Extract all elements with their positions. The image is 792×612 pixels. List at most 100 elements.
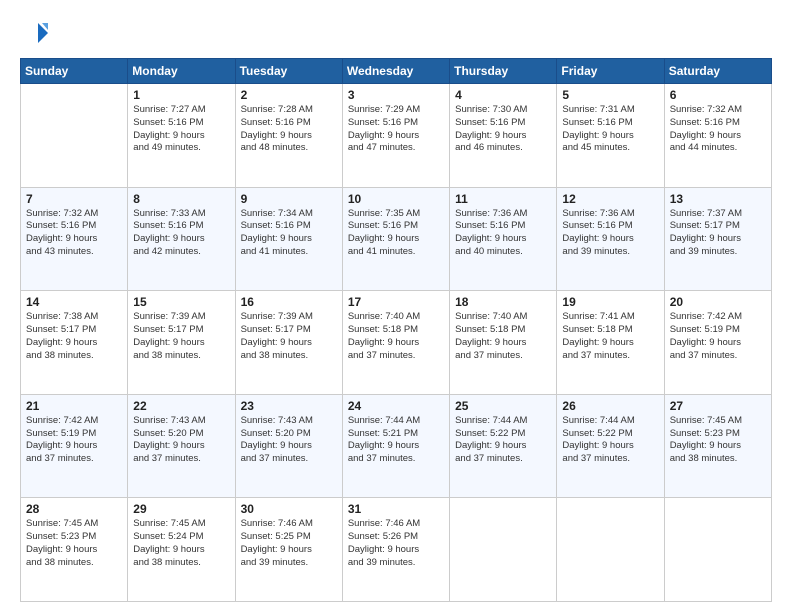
calendar-week-5: 28Sunrise: 7:45 AM Sunset: 5:23 PM Dayli… (21, 498, 772, 602)
day-number: 10 (348, 192, 444, 206)
day-number: 6 (670, 88, 766, 102)
day-number: 27 (670, 399, 766, 413)
calendar-cell: 24 Sunrise: 7:44 AM Sunset: 5:21 PM Dayli… (342, 394, 449, 498)
day-info: Sunrise: 7:41 AM Sunset: 5:18 PM Dayligh… (562, 311, 658, 362)
day-number: 31 (348, 502, 444, 516)
calendar-cell: 11Sunrise: 7:36 AM Sunset: 5:16 PM Dayli… (450, 187, 557, 291)
day-info: Sunrise: 7:46 AM Sunset: 5:26 PM Dayligh… (348, 518, 444, 569)
calendar-cell (21, 84, 128, 188)
day-number: 21 (26, 399, 122, 413)
day-number: 4 (455, 88, 551, 102)
calendar-cell (557, 498, 664, 602)
calendar-cell: 28Sunrise: 7:45 AM Sunset: 5:23 PM Dayli… (21, 498, 128, 602)
day-number: 1 (133, 88, 229, 102)
calendar-cell: 10 Sunrise: 7:35 AM Sunset: 5:16 PM Dayli… (342, 187, 449, 291)
weekday-header-friday: Friday (557, 59, 664, 84)
calendar-cell: 18 Sunrise: 7:40 AM Sunset: 5:18 PM Dayli… (450, 291, 557, 395)
calendar-cell: 12 Sunrise: 7:36 AM Sunset: 5:16 PM Dayli… (557, 187, 664, 291)
weekday-header-wednesday: Wednesday (342, 59, 449, 84)
calendar-cell: 25 Sunrise: 7:44 AM Sunset: 5:22 PM Dayli… (450, 394, 557, 498)
day-info: Sunrise: 7:28 AM Sunset: 5:16 PM Dayligh… (241, 104, 337, 155)
calendar-cell: 30Sunrise: 7:46 AM Sunset: 5:25 PM Dayli… (235, 498, 342, 602)
day-info: Sunrise: 7:45 AM Sunset: 5:24 PM Dayligh… (133, 518, 229, 569)
day-info: Sunrise: 7:42 AM Sunset: 5:19 PM Dayligh… (26, 415, 122, 466)
day-number: 9 (241, 192, 337, 206)
calendar-cell: 31 Sunrise: 7:46 AM Sunset: 5:26 PM Dayli… (342, 498, 449, 602)
day-info: Sunrise: 7:30 AM Sunset: 5:16 PM Dayligh… (455, 104, 551, 155)
weekday-header-sunday: Sunday (21, 59, 128, 84)
weekday-header-row: SundayMondayTuesdayWednesdayThursdayFrid… (21, 59, 772, 84)
day-info: Sunrise: 7:34 AM Sunset: 5:16 PM Dayligh… (241, 208, 337, 259)
day-info: Sunrise: 7:46 AM Sunset: 5:25 PM Dayligh… (241, 518, 337, 569)
calendar-cell: 15 Sunrise: 7:39 AM Sunset: 5:17 PM Dayli… (128, 291, 235, 395)
day-number: 14 (26, 295, 122, 309)
weekday-header-saturday: Saturday (664, 59, 771, 84)
calendar-cell: 2 Sunrise: 7:28 AM Sunset: 5:16 PM Daylig… (235, 84, 342, 188)
day-info: Sunrise: 7:42 AM Sunset: 5:19 PM Dayligh… (670, 311, 766, 362)
calendar-cell: 7 Sunrise: 7:32 AM Sunset: 5:16 PM Daylig… (21, 187, 128, 291)
day-info: Sunrise: 7:29 AM Sunset: 5:16 PM Dayligh… (348, 104, 444, 155)
day-info: Sunrise: 7:45 AM Sunset: 5:23 PM Dayligh… (670, 415, 766, 466)
day-number: 26 (562, 399, 658, 413)
day-info: Sunrise: 7:32 AM Sunset: 5:16 PM Dayligh… (26, 208, 122, 259)
calendar-cell: 23Sunrise: 7:43 AM Sunset: 5:20 PM Dayli… (235, 394, 342, 498)
day-info: Sunrise: 7:31 AM Sunset: 5:16 PM Dayligh… (562, 104, 658, 155)
day-info: Sunrise: 7:39 AM Sunset: 5:17 PM Dayligh… (241, 311, 337, 362)
day-number: 28 (26, 502, 122, 516)
calendar-cell: 4 Sunrise: 7:30 AM Sunset: 5:16 PM Daylig… (450, 84, 557, 188)
day-info: Sunrise: 7:37 AM Sunset: 5:17 PM Dayligh… (670, 208, 766, 259)
day-info: Sunrise: 7:40 AM Sunset: 5:18 PM Dayligh… (348, 311, 444, 362)
day-info: Sunrise: 7:39 AM Sunset: 5:17 PM Dayligh… (133, 311, 229, 362)
calendar-cell (664, 498, 771, 602)
calendar-cell: 17 Sunrise: 7:40 AM Sunset: 5:18 PM Dayli… (342, 291, 449, 395)
weekday-header-tuesday: Tuesday (235, 59, 342, 84)
weekday-header-thursday: Thursday (450, 59, 557, 84)
day-info: Sunrise: 7:27 AM Sunset: 5:16 PM Dayligh… (133, 104, 229, 155)
day-number: 22 (133, 399, 229, 413)
calendar-cell: 16 Sunrise: 7:39 AM Sunset: 5:17 PM Dayli… (235, 291, 342, 395)
day-info: Sunrise: 7:36 AM Sunset: 5:16 PM Dayligh… (455, 208, 551, 259)
day-number: 5 (562, 88, 658, 102)
calendar-cell: 1 Sunrise: 7:27 AM Sunset: 5:16 PM Daylig… (128, 84, 235, 188)
day-number: 24 (348, 399, 444, 413)
day-info: Sunrise: 7:32 AM Sunset: 5:16 PM Dayligh… (670, 104, 766, 155)
day-info: Sunrise: 7:43 AM Sunset: 5:20 PM Dayligh… (133, 415, 229, 466)
calendar-cell: 21 Sunrise: 7:42 AM Sunset: 5:19 PM Dayli… (21, 394, 128, 498)
day-number: 3 (348, 88, 444, 102)
day-info: Sunrise: 7:33 AM Sunset: 5:16 PM Dayligh… (133, 208, 229, 259)
logo-icon (20, 18, 50, 48)
calendar-cell: 29 Sunrise: 7:45 AM Sunset: 5:24 PM Dayli… (128, 498, 235, 602)
day-info: Sunrise: 7:44 AM Sunset: 5:21 PM Dayligh… (348, 415, 444, 466)
header (20, 18, 772, 48)
day-number: 15 (133, 295, 229, 309)
day-info: Sunrise: 7:35 AM Sunset: 5:16 PM Dayligh… (348, 208, 444, 259)
calendar-week-3: 14 Sunrise: 7:38 AM Sunset: 5:17 PM Dayli… (21, 291, 772, 395)
day-number: 12 (562, 192, 658, 206)
calendar-week-1: 1 Sunrise: 7:27 AM Sunset: 5:16 PM Daylig… (21, 84, 772, 188)
logo (20, 18, 54, 48)
calendar-cell: 27 Sunrise: 7:45 AM Sunset: 5:23 PM Dayli… (664, 394, 771, 498)
day-number: 29 (133, 502, 229, 516)
day-number: 16 (241, 295, 337, 309)
day-info: Sunrise: 7:40 AM Sunset: 5:18 PM Dayligh… (455, 311, 551, 362)
calendar-cell: 22 Sunrise: 7:43 AM Sunset: 5:20 PM Dayli… (128, 394, 235, 498)
calendar-cell: 19 Sunrise: 7:41 AM Sunset: 5:18 PM Dayli… (557, 291, 664, 395)
day-number: 17 (348, 295, 444, 309)
calendar-cell: 3 Sunrise: 7:29 AM Sunset: 5:16 PM Daylig… (342, 84, 449, 188)
day-number: 7 (26, 192, 122, 206)
calendar-week-2: 7 Sunrise: 7:32 AM Sunset: 5:16 PM Daylig… (21, 187, 772, 291)
calendar-cell: 9 Sunrise: 7:34 AM Sunset: 5:16 PM Daylig… (235, 187, 342, 291)
day-info: Sunrise: 7:44 AM Sunset: 5:22 PM Dayligh… (455, 415, 551, 466)
day-number: 20 (670, 295, 766, 309)
day-number: 8 (133, 192, 229, 206)
calendar-cell: 20 Sunrise: 7:42 AM Sunset: 5:19 PM Dayli… (664, 291, 771, 395)
day-number: 19 (562, 295, 658, 309)
calendar-cell: 5 Sunrise: 7:31 AM Sunset: 5:16 PM Daylig… (557, 84, 664, 188)
day-info: Sunrise: 7:36 AM Sunset: 5:16 PM Dayligh… (562, 208, 658, 259)
day-info: Sunrise: 7:38 AM Sunset: 5:17 PM Dayligh… (26, 311, 122, 362)
day-info: Sunrise: 7:44 AM Sunset: 5:22 PM Dayligh… (562, 415, 658, 466)
day-number: 13 (670, 192, 766, 206)
day-number: 18 (455, 295, 551, 309)
day-number: 25 (455, 399, 551, 413)
day-number: 2 (241, 88, 337, 102)
